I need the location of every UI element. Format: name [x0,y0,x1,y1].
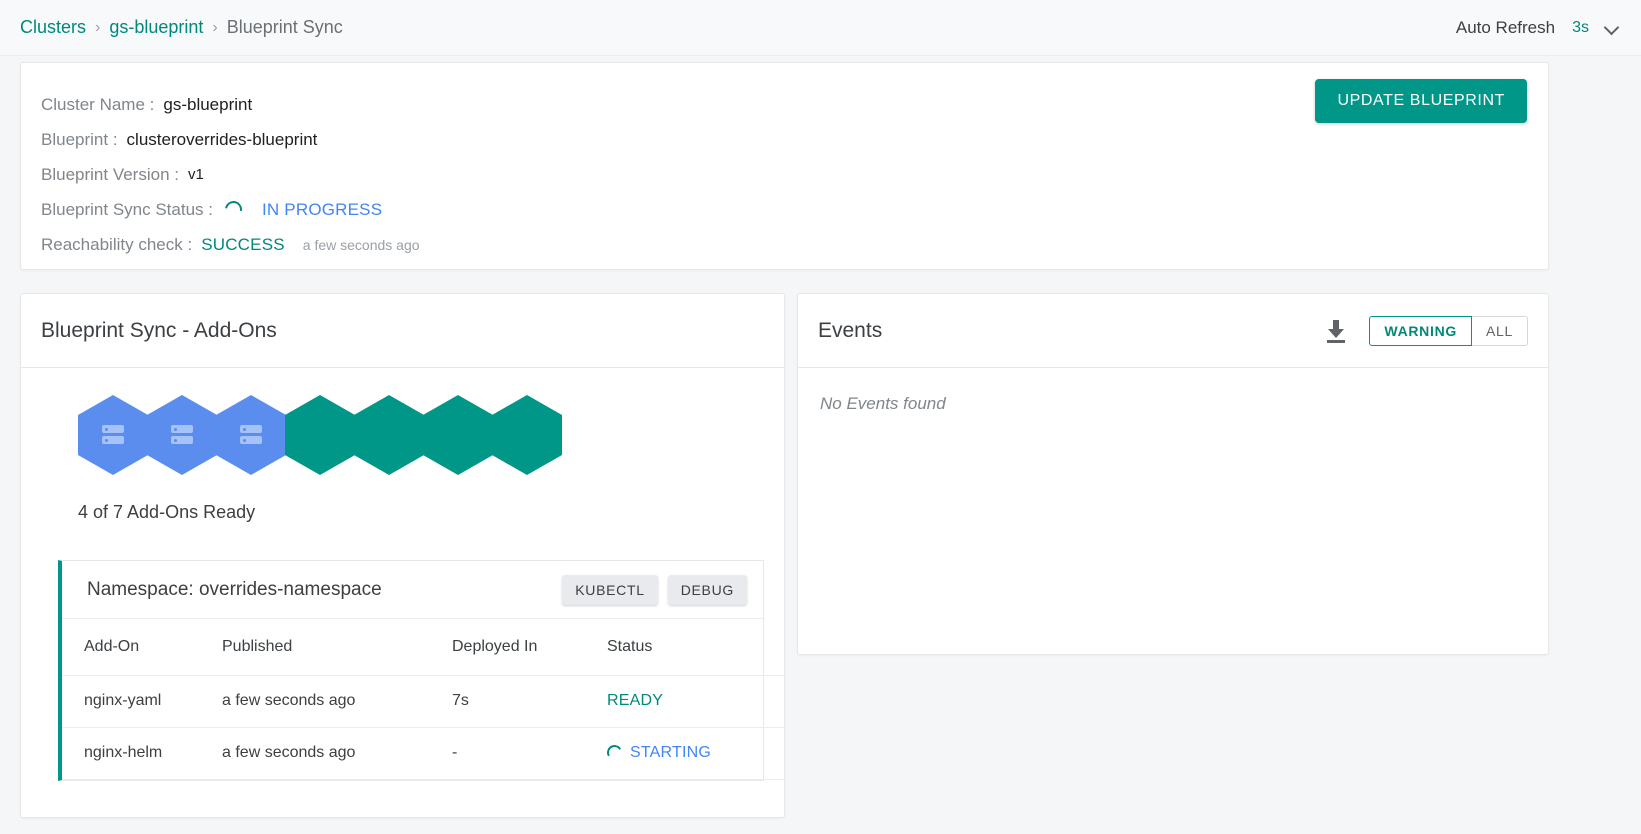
namespace-actions: KUBECTL DEBUG [562,574,747,605]
cluster-name-value: gs-blueprint [163,94,253,114]
addons-table-header-row: Add-On Published Deployed In Status [62,619,784,676]
column-header-status: Status [607,619,784,676]
addon-hexagon-pending[interactable] [216,395,286,475]
status-badge: STARTING [630,744,712,761]
reachability-label: Reachability check : [41,234,193,254]
server-icon [240,425,262,445]
column-header-deployed-in: Deployed In [452,619,607,676]
breadcrumb-item-clusters[interactable]: Clusters [20,17,86,38]
events-panel-header: Events WARNING ALL [798,294,1548,368]
blueprint-sync-addons-card: Blueprint Sync - Add-Ons 4 of 7 Add-Ons … [20,293,785,818]
cluster-name-label: Cluster Name : [41,94,155,114]
auto-refresh-control[interactable]: Auto Refresh 3s [1456,18,1619,38]
addons-table-body: nginx-yaml a few seconds ago 7s READY ng… [62,675,784,780]
addon-hexagon-ready[interactable] [285,395,355,475]
breadcrumb-item-gs-blueprint[interactable]: gs-blueprint [109,17,203,38]
namespace-section: Namespace: overrides-namespace KUBECTL D… [58,560,784,781]
column-header-addon: Add-On [62,619,222,676]
events-filter-toggle-group: WARNING ALL [1369,315,1528,346]
namespace-title: Namespace: overrides-namespace [87,578,382,600]
download-icon[interactable] [1325,319,1347,343]
addons-ready-summary: 4 of 7 Add-Ons Ready [78,502,256,522]
breadcrumb-item-blueprint-sync: Blueprint Sync [226,17,343,37]
info-row-sync-status: Blueprint Sync Status : IN PROGRESS [21,192,1548,227]
top-bar: Clusters › gs-blueprint › Blueprint Sync… [0,0,1641,56]
table-row[interactable]: nginx-helm a few seconds ago - STARTING [62,727,784,780]
cell-published: a few seconds ago [222,675,452,728]
events-empty-message: No Events found [820,394,946,413]
sync-status-badge: IN PROGRESS [261,199,383,219]
namespace-header: Namespace: overrides-namespace KUBECTL D… [62,561,763,619]
addons-panel-title: Blueprint Sync - Add-Ons [41,318,277,342]
events-filter-all[interactable]: ALL [1471,315,1528,346]
cell-status: READY [607,675,784,728]
addons-panel-header: Blueprint Sync - Add-Ons [21,294,784,368]
blueprint-label: Blueprint : [41,129,118,149]
events-body: No Events found [798,368,1548,414]
server-icon [102,425,124,445]
addons-table-head: Add-On Published Deployed In Status [62,619,784,676]
events-filter-warning[interactable]: WARNING [1369,315,1472,346]
cell-published: a few seconds ago [222,727,452,780]
auto-refresh-value[interactable]: 3s [1572,19,1589,37]
sync-status-label: Blueprint Sync Status : [41,199,213,219]
server-icon [171,425,193,445]
chevron-down-icon[interactable] [1605,21,1619,35]
cluster-info-card: Cluster Name : gs-blueprint Blueprint : … [20,62,1549,270]
breadcrumb-separator-icon: › [212,18,218,36]
events-card: Events WARNING ALL No Events found [797,293,1549,655]
breadcrumb: Clusters › gs-blueprint › Blueprint Sync [20,17,343,38]
loading-spinner-icon [605,743,624,762]
addons-table: Add-On Published Deployed In Status ngin… [62,619,784,780]
blueprint-version-value: v1 [187,166,204,183]
addon-hexagon-ready[interactable] [423,395,493,475]
events-panel-title: Events [818,318,883,342]
column-header-published: Published [222,619,452,676]
auto-refresh-label: Auto Refresh [1455,17,1556,37]
cell-addon-name: nginx-helm [62,727,222,780]
cell-addon-name: nginx-yaml [62,675,222,728]
table-row[interactable]: nginx-yaml a few seconds ago 7s READY [62,675,784,728]
reachability-status-badge: SUCCESS [201,234,285,254]
status-badge: READY [607,692,664,709]
addon-status-hexagons [21,368,784,475]
addon-hexagon-pending[interactable] [78,395,148,475]
kubectl-button[interactable]: KUBECTL [562,574,658,605]
addon-hexagon-pending[interactable] [147,395,217,475]
blueprint-value: clusteroverrides-blueprint [126,129,318,149]
info-row-blueprint: Blueprint : clusteroverrides-blueprint [21,122,1548,157]
app-root: Clusters › gs-blueprint › Blueprint Sync… [0,0,1641,834]
cell-deployed-in: - [452,727,607,780]
loading-spinner-icon [221,197,246,222]
breadcrumb-separator-icon: › [95,18,101,36]
info-row-blueprint-version: Blueprint Version : v1 [21,157,1548,192]
cell-deployed-in: 7s [452,675,607,728]
reachability-timestamp: a few seconds ago [302,236,420,253]
cell-status: STARTING [605,727,784,780]
update-blueprint-button[interactable]: UPDATE BLUEPRINT [1315,79,1527,123]
addon-hexagon-ready[interactable] [492,395,562,475]
debug-button[interactable]: DEBUG [667,574,747,605]
info-row-reachability: Reachability check : SUCCESS a few secon… [21,227,1548,262]
blueprint-version-label: Blueprint Version : [41,164,179,184]
addon-hexagon-ready[interactable] [354,395,424,475]
